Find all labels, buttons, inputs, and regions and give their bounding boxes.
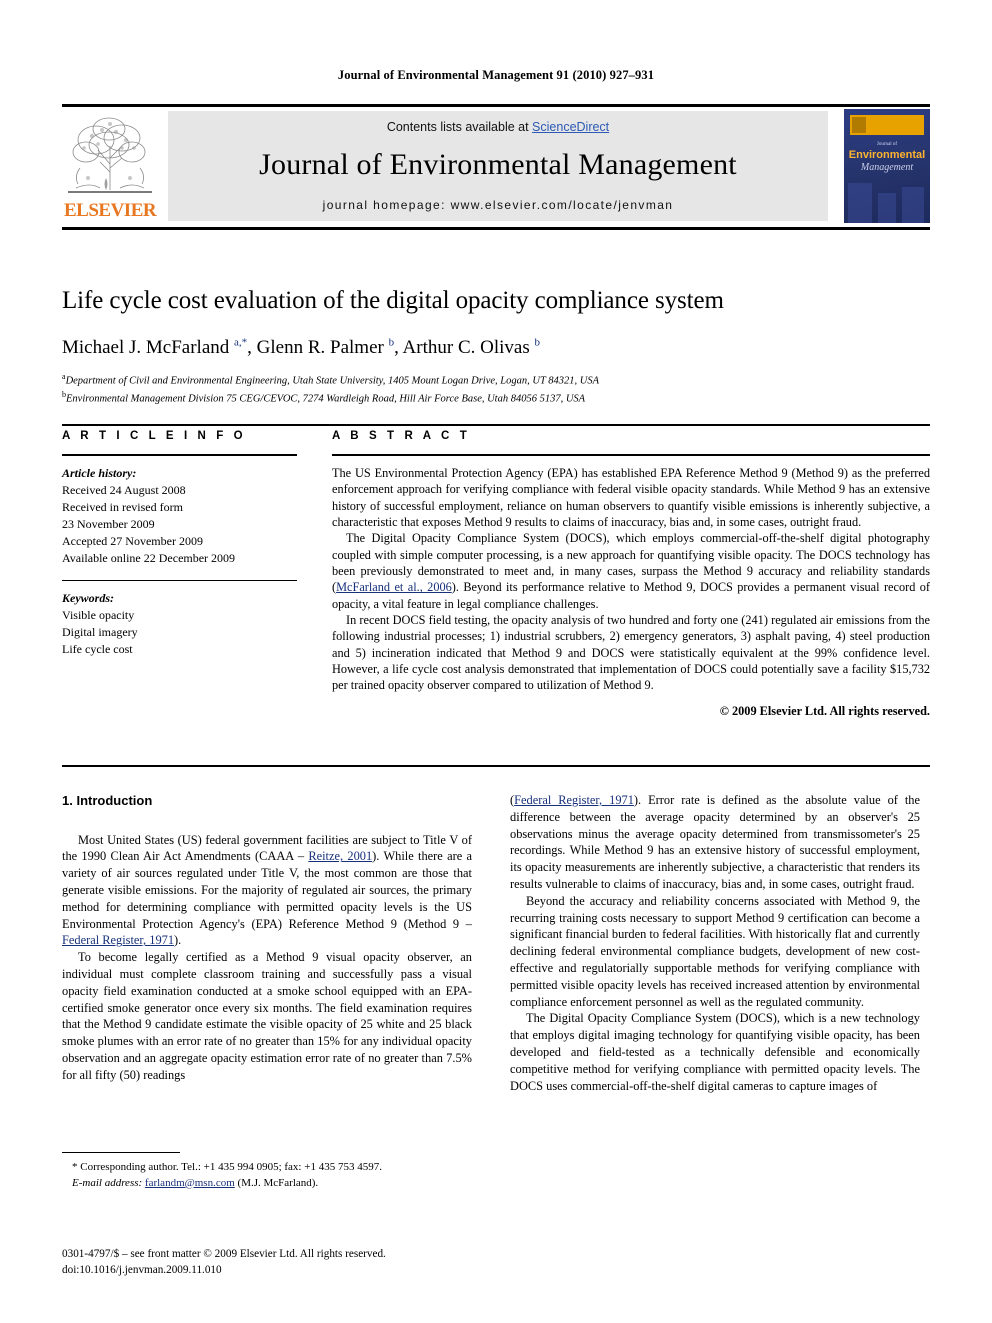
footnote-block: * Corresponding author. Tel.: +1 435 994… bbox=[62, 1152, 472, 1191]
affiliation-b: bEnvironmental Management Division 75 CE… bbox=[62, 389, 930, 407]
masthead-top-rule bbox=[62, 104, 930, 107]
abstract-paragraph: The US Environmental Protection Agency (… bbox=[332, 466, 930, 530]
article-history-item: Received in revised form bbox=[62, 500, 183, 515]
journal-masthead: ELSEVIER Contents lists available at Sci… bbox=[62, 104, 930, 230]
email-note: E-mail address: farlandm@msn.com (M.J. M… bbox=[62, 1176, 472, 1192]
article-history-item: Accepted 27 November 2009 bbox=[62, 534, 203, 549]
running-head: Journal of Environmental Management 91 (… bbox=[337, 68, 655, 82]
keyword-item: Digital imagery bbox=[62, 625, 138, 640]
citation-link-federal-register-2[interactable]: Federal Register, 1971 bbox=[514, 793, 634, 807]
email-suffix: (M.J. McFarland). bbox=[237, 1176, 319, 1189]
affiliation-a-text: Department of Civil and Environmental En… bbox=[65, 375, 599, 387]
citation-link-federal-register[interactable]: Federal Register, 1971 bbox=[62, 933, 174, 947]
title-block: Life cycle cost evaluation of the digita… bbox=[62, 286, 930, 407]
body-paragraph: To become legally certified as a Method … bbox=[62, 950, 472, 1082]
cover-building-3 bbox=[902, 187, 924, 223]
body-paragraph: Beyond the accuracy and reliability conc… bbox=[510, 893, 920, 1009]
cover-building-2 bbox=[878, 193, 896, 223]
paper-page: Journal of Environmental Management 91 (… bbox=[0, 0, 992, 1323]
abstract-bottom-rule bbox=[62, 765, 930, 767]
imprint-block: 0301-4797/$ – see front matter © 2009 El… bbox=[62, 1246, 522, 1278]
journal-cover-thumbnail: Journal of Environmental Management bbox=[844, 109, 930, 223]
elsevier-wordmark: ELSEVIER bbox=[64, 200, 157, 221]
keyword-item: Visible opacity bbox=[62, 608, 135, 623]
cover-title-line2: Management bbox=[860, 162, 914, 173]
article-history-item: Available online 22 December 2009 bbox=[62, 551, 236, 566]
doi-line: doi:10.1016/j.jenvman.2009.11.010 bbox=[62, 1264, 222, 1277]
affiliation-b-text: Environmental Management Division 75 CEG… bbox=[66, 393, 586, 405]
masthead-panel: Contents lists available at ScienceDirec… bbox=[168, 111, 828, 221]
abstract-paragraph: In recent DOCS field testing, the opacit… bbox=[332, 613, 930, 693]
elsevier-tree-icon bbox=[66, 112, 154, 198]
abstract-copyright: © 2009 Elsevier Ltd. All rights reserved… bbox=[719, 703, 930, 718]
article-history-item: 23 November 2009 bbox=[62, 517, 155, 532]
issn-copyright-line: 0301-4797/$ – see front matter © 2009 El… bbox=[62, 1248, 386, 1260]
article-info-divider bbox=[62, 454, 297, 456]
cover-elsevier-mark-icon bbox=[852, 117, 866, 133]
cover-building-1 bbox=[848, 183, 872, 223]
keyword-item: Life cycle cost bbox=[62, 642, 133, 657]
affiliation-a: aDepartment of Civil and Environmental E… bbox=[62, 371, 930, 389]
cover-title-line1: Environmental bbox=[848, 149, 926, 161]
journal-homepage[interactable]: journal homepage: www.elsevier.com/locat… bbox=[168, 198, 828, 212]
body-paragraph: (Federal Register, 1971). Error rate is … bbox=[510, 792, 920, 893]
body-paragraph: The Digital Opacity Compliance System (D… bbox=[510, 1011, 920, 1093]
body-paragraph: Most United States (US) federal governme… bbox=[62, 832, 472, 950]
intro-right-p1-post: ). Error rate is defined as the absolute… bbox=[510, 793, 921, 891]
masthead-bottom-rule bbox=[62, 227, 930, 230]
abstract-heading: A B S T R A C T bbox=[332, 430, 471, 442]
page-title: Life cycle cost evaluation of the digita… bbox=[62, 287, 724, 314]
email-label: E-mail address: bbox=[72, 1176, 143, 1189]
section-heading-introduction: 1. Introduction bbox=[62, 793, 153, 808]
body-column-right: (Federal Register, 1971). Error rate is … bbox=[510, 792, 920, 1094]
elsevier-logo: ELSEVIER bbox=[62, 112, 158, 224]
info-top-rule bbox=[62, 424, 930, 426]
author-affil-marker-b2: b bbox=[534, 336, 540, 349]
article-info-column: A R T I C L E I N F O Article history: R… bbox=[62, 430, 297, 658]
keywords-divider bbox=[62, 580, 297, 582]
keywords-label: Keywords: bbox=[62, 591, 114, 606]
citation-link-reitze[interactable]: Reitze, 2001 bbox=[308, 849, 372, 863]
abstract-column: A B S T R A C T The US Environmental Pro… bbox=[332, 430, 930, 719]
corresponding-author-note: * Corresponding author. Tel.: +1 435 994… bbox=[72, 1161, 382, 1173]
abstract-paragraph: The Digital Opacity Compliance System (D… bbox=[332, 530, 930, 612]
contents-available-line: Contents lists available at ScienceDirec… bbox=[168, 120, 828, 134]
contents-available-text: Contents lists available at bbox=[386, 120, 533, 134]
intro-p1-post: ). bbox=[174, 933, 182, 948]
article-info-heading: A R T I C L E I N F O bbox=[62, 430, 247, 442]
abstract-divider bbox=[332, 454, 930, 456]
footnote-rule bbox=[62, 1152, 180, 1153]
cover-small-title: Journal of bbox=[876, 142, 898, 147]
sciencedirect-link[interactable]: ScienceDirect bbox=[532, 120, 609, 134]
email-link[interactable]: farlandm@msn.com bbox=[145, 1177, 235, 1189]
author-list: Michael J. McFarland a,*, Glenn R. Palme… bbox=[62, 336, 540, 358]
body-column-left: 1. Introduction Most United States (US) … bbox=[62, 792, 472, 1084]
article-history-label: Article history: bbox=[62, 466, 137, 480]
journal-title: Journal of Environmental Management bbox=[259, 148, 737, 181]
author-affil-marker-a: a,* bbox=[234, 336, 248, 349]
citation-link-mcfarland[interactable]: McFarland et al., 2006 bbox=[336, 580, 452, 594]
article-history-item: Received 24 August 2008 bbox=[62, 483, 186, 498]
author-affil-marker-b1: b bbox=[388, 336, 395, 349]
